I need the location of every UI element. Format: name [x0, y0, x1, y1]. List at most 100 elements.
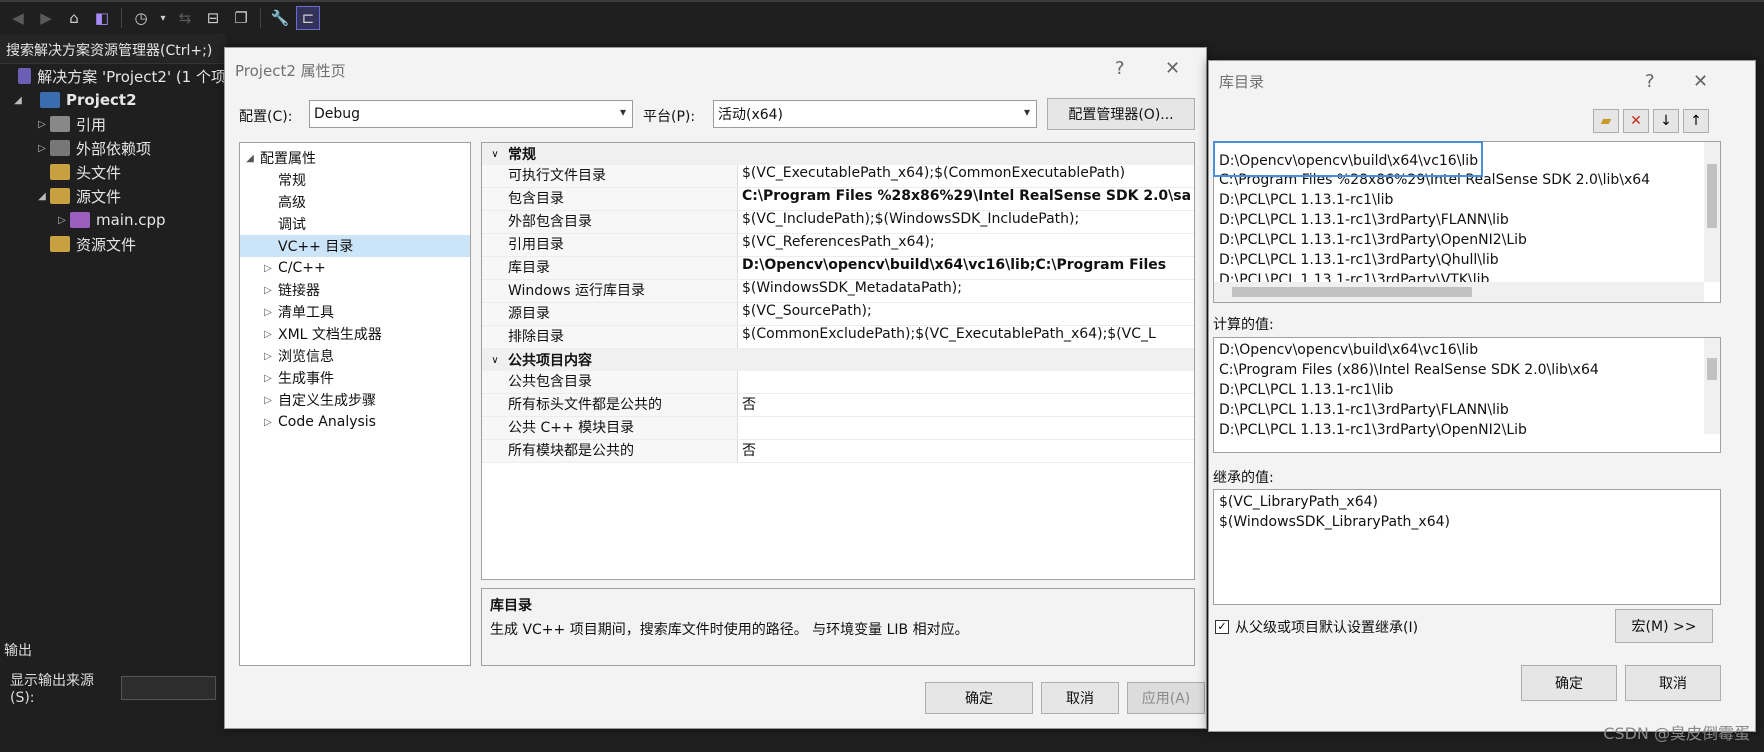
expand-icon[interactable]: ▷	[258, 263, 278, 274]
property-row[interactable]: Windows 运行库目录 $(WindowsSDK_MetadataPath);	[482, 280, 1194, 303]
library-entry[interactable]: D:\PCL\PCL 1.13.1-rc1\lib	[1214, 190, 1720, 210]
nav-item[interactable]: VC++ 目录	[240, 235, 470, 257]
nav-item[interactable]: ▷ XML 文档生成器	[240, 323, 470, 345]
horizontal-scrollbar[interactable]	[1214, 282, 1704, 302]
forward-icon[interactable]: ▶	[34, 6, 58, 30]
scroll-thumb[interactable]	[1232, 287, 1472, 297]
preview-icon[interactable]: ⊏	[296, 6, 320, 30]
tree-item[interactable]: ▷ 引用	[0, 112, 226, 136]
output-source-select[interactable]	[121, 676, 216, 700]
category-public[interactable]: ∨ 公共项目内容	[482, 349, 1194, 371]
wrench-icon[interactable]: 🔧	[268, 6, 292, 30]
property-value[interactable]: $(WindowsSDK_MetadataPath);	[738, 280, 1194, 302]
close-icon[interactable]: ✕	[1693, 71, 1708, 92]
cancel-button[interactable]: 取消	[1625, 665, 1721, 701]
library-entry[interactable]: D:\PCL\PCL 1.13.1-rc1\3rdParty\FLANN\lib	[1214, 210, 1720, 230]
collapse-icon[interactable]: ∨	[482, 355, 508, 366]
tree-item[interactable]: 资源文件	[0, 232, 226, 256]
help-icon[interactable]: ?	[1115, 58, 1125, 79]
property-value[interactable]: $(VC_SourcePath);	[738, 303, 1194, 325]
dropdown-icon[interactable]: ▾	[157, 6, 169, 30]
expand-icon[interactable]: ▷	[258, 395, 278, 406]
explorer-search-input[interactable]: 搜索解决方案资源管理器(Ctrl+;)	[0, 34, 226, 64]
property-value[interactable]	[738, 417, 1194, 439]
library-entry[interactable]: D:\PCL\PCL 1.13.1-rc1\3rdParty\Qhull\lib	[1214, 250, 1720, 270]
tree-item[interactable]: ◢ 源文件	[0, 184, 226, 208]
ok-button[interactable]: 确定	[1521, 665, 1617, 701]
tree-item[interactable]: 头文件	[0, 160, 226, 184]
property-row[interactable]: 公共包含目录	[482, 371, 1194, 394]
property-row[interactable]: 引用目录 $(VC_ReferencesPath_x64);	[482, 234, 1194, 257]
property-row[interactable]: 排除目录 $(CommonExcludePath);$(VC_Executable…	[482, 326, 1194, 349]
help-icon[interactable]: ?	[1645, 71, 1655, 92]
ok-button[interactable]: 确定	[925, 682, 1033, 714]
nav-item[interactable]: ▷ 链接器	[240, 279, 470, 301]
expand-icon[interactable]: ▷	[34, 119, 50, 130]
property-value[interactable]: C:\Program Files %28x86%29\Intel RealSen…	[738, 188, 1194, 210]
property-value[interactable]: $(VC_ReferencesPath_x64);	[738, 234, 1194, 256]
delete-icon[interactable]: ✕	[1623, 109, 1649, 133]
property-row[interactable]: 源目录 $(VC_SourcePath);	[482, 303, 1194, 326]
nav-root[interactable]: ◢ 配置属性	[240, 147, 470, 169]
expand-icon[interactable]: ▷	[54, 215, 70, 226]
expand-icon[interactable]: ◢	[10, 95, 26, 106]
expand-icon[interactable]: ▷	[258, 373, 278, 384]
expand-icon[interactable]: ▷	[258, 329, 278, 340]
property-row[interactable]: 所有模块都是公共的否	[482, 440, 1194, 463]
property-value[interactable]: $(VC_ExecutablePath_x64);$(CommonExecuta…	[738, 165, 1194, 187]
platform-select[interactable]: 活动(x64) ▾	[713, 100, 1037, 128]
sync-icon[interactable]: ⇆	[173, 6, 197, 30]
cancel-button[interactable]: 取消	[1041, 682, 1119, 714]
tree-item[interactable]: ▷ main.cpp	[0, 208, 226, 232]
category-general[interactable]: ∨ 常规	[482, 143, 1194, 165]
home-icon[interactable]: ⌂	[62, 6, 86, 30]
scroll-thumb[interactable]	[1707, 164, 1717, 228]
move-down-icon[interactable]: ↓	[1653, 109, 1679, 133]
collapse-all-icon[interactable]: ⊟	[201, 6, 225, 30]
nav-item[interactable]: ▷ Code Analysis	[240, 411, 470, 433]
property-value[interactable]: $(CommonExcludePath);$(VC_ExecutablePath…	[738, 326, 1194, 348]
property-row[interactable]: 可执行文件目录 $(VC_ExecutablePath_x64);$(Common…	[482, 165, 1194, 188]
config-select[interactable]: Debug ▾	[309, 100, 633, 128]
expand-icon[interactable]: ▷	[258, 417, 278, 428]
property-value[interactable]	[738, 371, 1194, 393]
nav-item[interactable]: ▷ 自定义生成步骤	[240, 389, 470, 411]
expand-icon[interactable]: ◢	[240, 153, 260, 164]
nav-item[interactable]: 高级	[240, 191, 470, 213]
expand-icon[interactable]: ▷	[34, 143, 50, 154]
property-row[interactable]: 包含目录 C:\Program Files %28x86%29\Intel Rea…	[482, 188, 1194, 211]
property-value[interactable]: $(VC_IncludePath);$(WindowsSDK_IncludePa…	[738, 211, 1194, 233]
property-row[interactable]: 公共 C++ 模块目录	[482, 417, 1194, 440]
new-line-icon[interactable]: ▰	[1593, 109, 1619, 133]
apply-button[interactable]: 应用(A)	[1127, 682, 1205, 714]
history-icon[interactable]: ◷	[129, 6, 153, 30]
property-value[interactable]: 否	[738, 440, 1194, 462]
expand-icon[interactable]: ◢	[34, 191, 50, 202]
collapse-icon[interactable]: ∨	[482, 149, 508, 160]
property-row[interactable]: 外部包含目录 $(VC_IncludePath);$(WindowsSDK_Inc…	[482, 211, 1194, 234]
inherit-checkbox[interactable]: ✓	[1215, 620, 1229, 634]
scroll-thumb[interactable]	[1707, 358, 1717, 380]
vertical-scrollbar[interactable]	[1704, 338, 1720, 434]
move-up-icon[interactable]: ↑	[1683, 109, 1709, 133]
property-value[interactable]: 否	[738, 394, 1194, 416]
macro-button[interactable]: 宏(M) >>	[1615, 609, 1713, 643]
nav-item[interactable]: ▷ 浏览信息	[240, 345, 470, 367]
show-all-icon[interactable]: ❐	[229, 6, 253, 30]
nav-item[interactable]: 常规	[240, 169, 470, 191]
vertical-scrollbar[interactable]	[1704, 142, 1720, 282]
close-icon[interactable]: ✕	[1165, 58, 1180, 79]
tree-item[interactable]: ▷ 外部依赖项	[0, 136, 226, 160]
vs-switch-icon[interactable]: ◧	[90, 6, 114, 30]
property-value[interactable]: D:\Opencv\opencv\build\x64\vc16\lib;C:\P…	[738, 257, 1194, 279]
property-row[interactable]: 库目录 D:\Opencv\opencv\build\x64\vc16\lib;C…	[482, 257, 1194, 280]
back-icon[interactable]: ◀	[6, 6, 30, 30]
solution-node[interactable]: 解决方案 'Project2' (1 个项	[0, 64, 226, 88]
nav-item[interactable]: ▷ C/C++	[240, 257, 470, 279]
config-manager-button[interactable]: 配置管理器(O)...	[1047, 98, 1195, 130]
expand-icon[interactable]: ▷	[258, 285, 278, 296]
project-node[interactable]: ◢ Project2	[0, 88, 226, 112]
expand-icon[interactable]: ▷	[258, 351, 278, 362]
nav-item[interactable]: ▷ 生成事件	[240, 367, 470, 389]
property-row[interactable]: 所有标头文件都是公共的否	[482, 394, 1194, 417]
